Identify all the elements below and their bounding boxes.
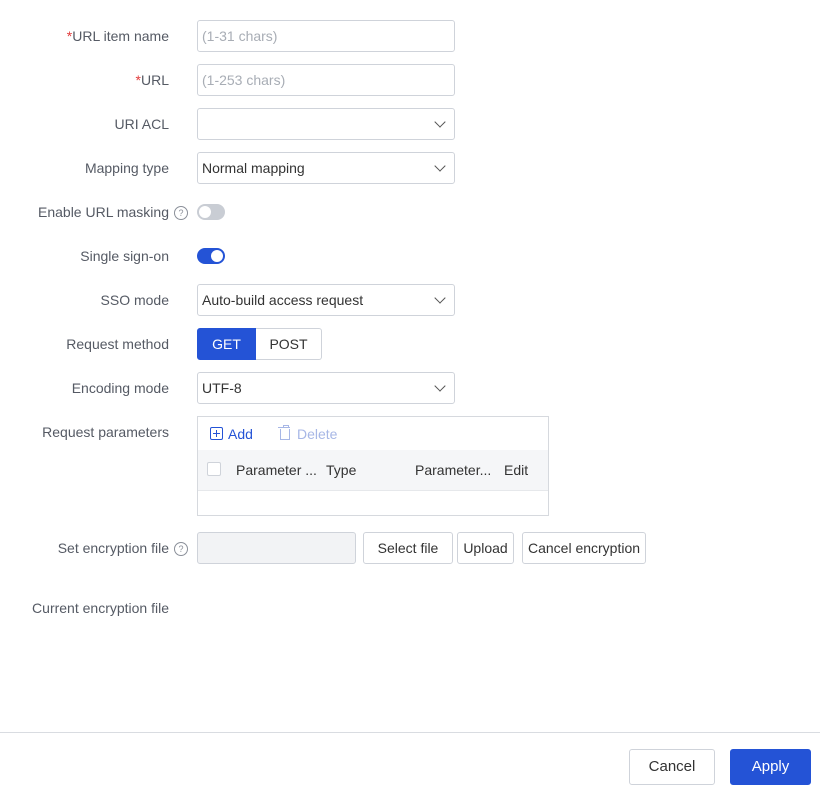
current-encryption-file-label: Current encryption file <box>32 600 169 616</box>
encryption-file-label: Set encryption file? <box>58 538 188 558</box>
single-sign-on-label: Single sign-on <box>80 248 169 264</box>
chevron-down-icon <box>434 292 446 304</box>
upload-button[interactable]: Upload <box>457 532 514 564</box>
add-parameter-button[interactable]: Add <box>210 425 253 443</box>
mapping-type-select[interactable]: Normal mapping <box>197 152 455 184</box>
post-method-button[interactable]: POST <box>256 328 322 360</box>
uri-acl-select[interactable] <box>197 108 455 140</box>
request-parameters-label: Request parameters <box>42 424 169 440</box>
single-sign-on-toggle[interactable] <box>197 248 225 264</box>
cancel-encryption-button[interactable]: Cancel encryption <box>522 532 646 564</box>
add-icon <box>210 427 223 440</box>
url-label: *URL <box>135 72 169 88</box>
table-header: Parameter ... Type Parameter... Edit <box>198 450 548 491</box>
select-file-button[interactable]: Select file <box>363 532 453 564</box>
mapping-type-value: Normal mapping <box>202 160 305 176</box>
sso-mode-value: Auto-build access request <box>202 292 364 308</box>
delete-parameter-button[interactable]: Delete <box>278 425 337 443</box>
encryption-file-field <box>197 532 356 564</box>
url-item-name-input[interactable] <box>198 21 454 51</box>
request-method-label: Request method <box>66 336 169 352</box>
apply-button[interactable]: Apply <box>730 749 811 785</box>
url-input[interactable] <box>198 65 454 95</box>
mapping-type-label: Mapping type <box>84 160 169 176</box>
toggle-knob <box>199 206 211 218</box>
help-icon[interactable]: ? <box>174 542 188 556</box>
cancel-button[interactable]: Cancel <box>629 749 715 785</box>
url-masking-toggle[interactable] <box>197 204 225 220</box>
encoding-mode-label: Encoding mode <box>71 380 169 396</box>
column-header-type[interactable]: Type <box>326 461 356 479</box>
column-header-parameter-value[interactable]: Parameter... <box>415 461 491 479</box>
url-item-name-field[interactable] <box>197 20 455 52</box>
column-header-parameter-name[interactable]: Parameter ... <box>236 461 317 479</box>
chevron-down-icon <box>434 160 446 172</box>
chevron-down-icon <box>434 380 446 392</box>
uri-acl-label: URI ACL <box>114 116 169 132</box>
footer-divider <box>0 732 820 733</box>
toggle-knob <box>211 250 223 262</box>
column-header-edit: Edit <box>504 462 529 478</box>
sso-mode-label: SSO mode <box>100 292 169 308</box>
select-all-checkbox[interactable] <box>207 462 221 476</box>
help-icon[interactable]: ? <box>174 206 188 220</box>
chevron-down-icon <box>434 116 446 128</box>
request-method-toggle-group: GET POST <box>197 328 322 360</box>
encoding-mode-value: UTF-8 <box>202 380 242 396</box>
sso-mode-select[interactable]: Auto-build access request <box>197 284 455 316</box>
url-item-name-label: *URL item name <box>66 28 169 44</box>
request-parameters-table: Add Delete Parameter ... Type Parameter.… <box>197 416 549 516</box>
trash-icon <box>278 425 290 440</box>
url-masking-label: Enable URL masking? <box>38 202 188 222</box>
encoding-mode-select[interactable]: UTF-8 <box>197 372 455 404</box>
url-field[interactable] <box>197 64 455 96</box>
get-method-button[interactable]: GET <box>197 328 256 360</box>
